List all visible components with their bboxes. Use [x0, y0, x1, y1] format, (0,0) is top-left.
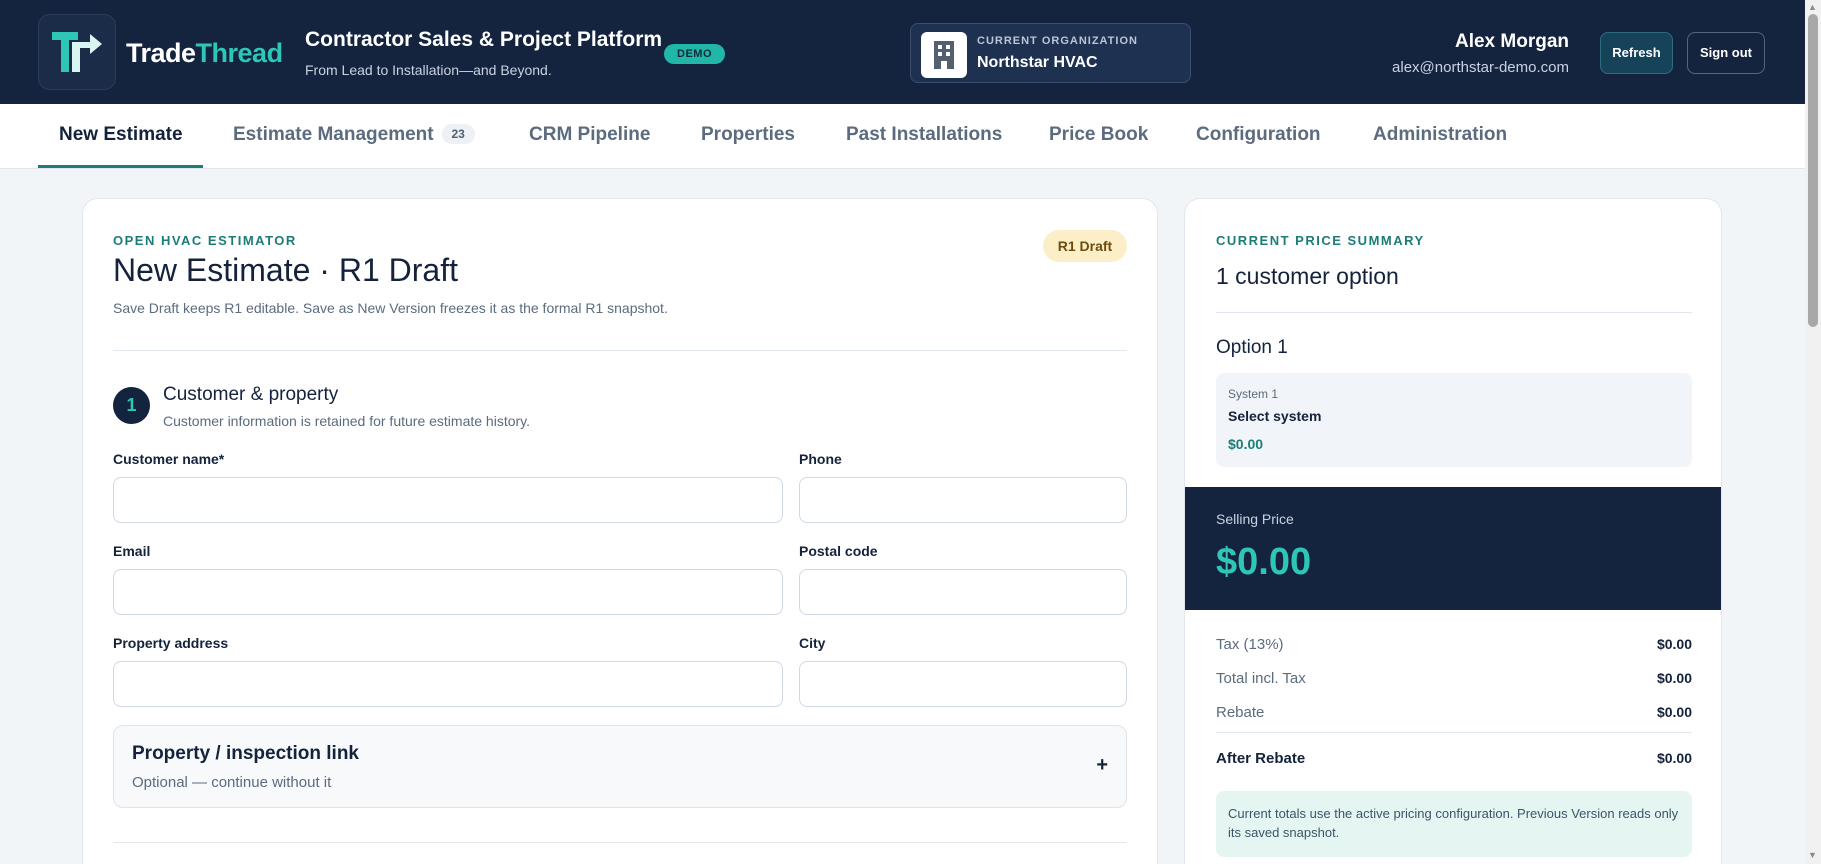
city-input[interactable] — [799, 661, 1127, 707]
org-name: Northstar HVAC — [977, 54, 1098, 71]
organization-switcher[interactable]: CURRENT ORGANIZATION Northstar HVAC — [910, 23, 1191, 83]
tab-price-book[interactable]: Price Book — [1049, 124, 1148, 146]
step-description: Customer information is retained for fut… — [163, 413, 531, 429]
tax-row: Tax (13%) $0.00 — [1216, 636, 1692, 653]
tab-label: Administration — [1373, 124, 1508, 145]
scroll-down-icon[interactable]: ▼ — [1808, 850, 1817, 860]
app-header: TradeThread Contractor Sales & Project P… — [0, 0, 1805, 104]
org-label: CURRENT ORGANIZATION — [977, 35, 1138, 47]
phone-label: Phone — [799, 451, 842, 467]
tab-label: Price Book — [1049, 124, 1149, 145]
system-card[interactable]: System 1 Select system $0.00 — [1216, 373, 1692, 467]
rebate-row: Rebate $0.00 — [1216, 704, 1692, 721]
step-title: Customer & property — [163, 384, 339, 405]
property-link-toggle[interactable]: Property / inspection link Optional — co… — [113, 725, 1127, 808]
demo-badge: DEMO — [664, 44, 725, 64]
tab-label: Properties — [701, 124, 795, 145]
row-label: Rebate — [1216, 704, 1265, 721]
brand-part-2: Thread — [195, 38, 284, 68]
row-label: Tax (13%) — [1216, 636, 1284, 653]
option-title: Option 1 — [1216, 337, 1288, 358]
selling-price-block: Selling Price $0.00 — [1185, 487, 1721, 610]
tab-label: Estimate Management — [233, 124, 434, 145]
estimate-card: OPEN HVAC ESTIMATOR New Estimate · R1 Dr… — [82, 198, 1158, 864]
system-price: $0.00 — [1228, 436, 1264, 452]
tab-new-estimate[interactable]: New Estimate — [59, 124, 183, 146]
selling-price-label: Selling Price — [1216, 511, 1294, 527]
plus-icon[interactable]: + — [1096, 754, 1108, 777]
tab-crm-pipeline[interactable]: CRM Pipeline — [529, 124, 650, 146]
postal-code-label: Postal code — [799, 543, 878, 559]
divider — [1216, 732, 1692, 733]
building-icon — [921, 32, 967, 78]
customer-name-input[interactable] — [113, 477, 783, 523]
property-link-subtitle: Optional — continue without it — [132, 774, 332, 791]
row-value: $0.00 — [1656, 636, 1692, 652]
price-summary-card: CURRENT PRICE SUMMARY 1 customer option … — [1184, 198, 1722, 864]
system-name: Select system — [1228, 408, 1322, 424]
app-title: Contractor Sales & Project Platform — [305, 28, 663, 51]
app-subtitle: From Lead to Installation—and Beyond. — [305, 62, 552, 78]
user-name: Alex Morgan — [1454, 31, 1569, 52]
property-address-input[interactable] — [113, 661, 783, 707]
customer-name-label: Customer name* — [113, 451, 225, 467]
estimate-description: Save Draft keeps R1 editable. Save as Ne… — [113, 300, 668, 316]
user-email: alex@northstar-demo.com — [1392, 59, 1569, 76]
row-value: $0.00 — [1656, 670, 1692, 686]
total-incl-tax-row: Total incl. Tax $0.00 — [1216, 670, 1692, 687]
tab-estimate-management[interactable]: Estimate Management 23 — [233, 124, 475, 146]
postal-code-input[interactable] — [799, 569, 1127, 615]
estimate-title: New Estimate · R1 Draft — [113, 252, 458, 288]
refresh-button[interactable]: Refresh — [1600, 32, 1673, 74]
tab-past-installations[interactable]: Past Installations — [846, 124, 1002, 146]
pricing-note: Current totals use the active pricing co… — [1216, 791, 1692, 857]
tab-properties[interactable]: Properties — [701, 124, 795, 146]
property-link-title: Property / inspection link — [132, 743, 359, 764]
tab-label: Configuration — [1196, 124, 1321, 145]
main-tabs: New Estimate Estimate Management 23 CRM P… — [0, 104, 1805, 169]
tab-label: Past Installations — [846, 124, 1003, 145]
system-label: System 1 — [1228, 387, 1279, 401]
count-badge: 23 — [441, 124, 475, 144]
divider — [113, 842, 1127, 843]
tab-configuration[interactable]: Configuration — [1196, 124, 1321, 146]
brand-part-1: Trade — [126, 38, 196, 68]
brand-name[interactable]: TradeThread — [126, 38, 283, 69]
selling-price-value: $0.00 — [1216, 541, 1312, 583]
active-tab-indicator — [38, 165, 203, 168]
scrollbar-thumb[interactable] — [1808, 14, 1818, 327]
sign-out-button[interactable]: Sign out — [1687, 32, 1765, 74]
estimator-eyebrow: OPEN HVAC ESTIMATOR — [113, 233, 297, 248]
property-address-label: Property address — [113, 635, 229, 651]
email-input[interactable] — [113, 569, 783, 615]
row-label: After Rebate — [1216, 750, 1306, 767]
row-value: $0.00 — [1656, 704, 1692, 720]
row-label: Total incl. Tax — [1216, 670, 1306, 687]
tab-label: CRM Pipeline — [529, 124, 651, 145]
after-rebate-row: After Rebate $0.00 — [1216, 750, 1692, 767]
page-scrollbar[interactable]: ▲ ▼ — [1805, 0, 1821, 864]
status-badge: R1 Draft — [1043, 230, 1127, 262]
tab-administration[interactable]: Administration — [1373, 124, 1507, 146]
row-value: $0.00 — [1656, 750, 1692, 766]
tab-label: New Estimate — [59, 124, 183, 145]
logo-icon[interactable] — [38, 14, 116, 90]
step-number: 1 — [113, 387, 150, 424]
summary-title: 1 customer option — [1216, 263, 1399, 289]
divider — [1216, 312, 1692, 313]
divider — [113, 350, 1127, 351]
scroll-up-icon[interactable]: ▲ — [1808, 2, 1817, 12]
summary-eyebrow: CURRENT PRICE SUMMARY — [1216, 233, 1425, 248]
phone-input[interactable] — [799, 477, 1127, 523]
email-label: Email — [113, 543, 151, 559]
city-label: City — [799, 635, 826, 651]
